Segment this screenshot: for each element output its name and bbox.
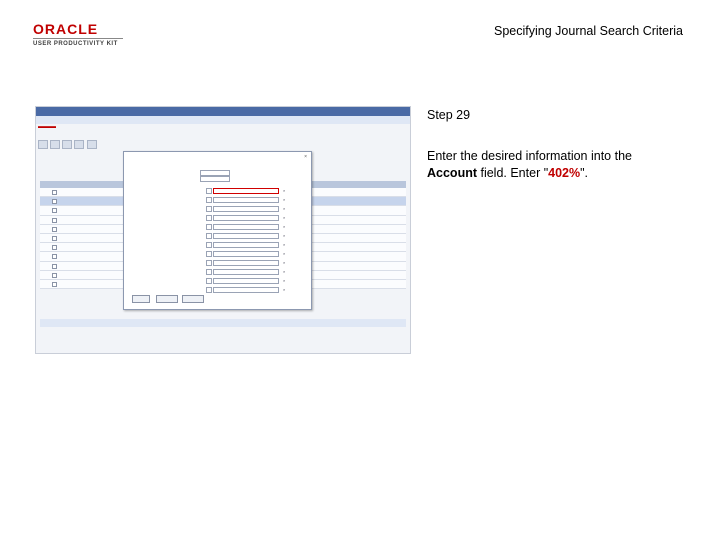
selection-criteria-dialog: × ⌕ ⌕ ⌕ ⌕ ⌕ ⌕ ⌕ ⌕ ⌕ ⌕ ⌕ ⌕ [123,151,312,310]
operator-field[interactable] [206,251,212,257]
criteria-value-field[interactable] [213,278,279,284]
lookup-icon[interactable]: ⌕ [283,278,285,283]
criteria-row-account: ⌕ [127,187,308,195]
app-tabs [38,140,98,149]
criteria-row: ⌕ [127,205,308,213]
criteria-value-field[interactable] [213,251,279,257]
instruction-suffix: ". [580,166,589,180]
app-tab [62,140,73,149]
app-subnav [36,116,410,124]
row-checkbox-icon [52,263,57,269]
instruction-prefix: Enter the desired information into the [427,149,632,163]
row-checkbox-icon [52,190,57,195]
app-navbar [36,107,410,116]
instruction-value: 402% [548,166,581,180]
criteria-value-field[interactable] [213,242,279,248]
instruction-text: Enter the desired information into the A… [427,148,677,182]
row-checkbox-icon [52,272,57,278]
application-screenshot: ▬▬▬ × ⌕ ⌕ ⌕ ⌕ ⌕ ⌕ ⌕ ⌕ ⌕ ⌕ ⌕ ⌕ [35,106,411,354]
logo-subtitle: USER PRODUCTIVITY KIT [33,38,123,47]
operator-field[interactable] [206,269,212,275]
dialog-close-icon[interactable]: × [304,154,307,160]
operator-field[interactable] [206,197,212,203]
criteria-row: ⌕ [127,241,308,249]
lookup-icon[interactable]: ⌕ [283,224,285,229]
lookup-icon[interactable]: ⌕ [283,260,285,265]
criteria-row: ⌕ [127,196,308,204]
operator-field[interactable] [206,206,212,212]
criteria-row: ⌕ [127,214,308,222]
operator-field[interactable] [206,242,212,248]
row-checkbox-icon [52,235,57,241]
operator-field[interactable] [206,215,212,221]
row-checkbox-icon [52,281,57,287]
oracle-upk-logo: ORACLE USER PRODUCTIVITY KIT [33,22,123,47]
app-tab [86,140,97,149]
criteria-value-field[interactable] [213,269,279,275]
criteria-value-field[interactable] [213,233,279,239]
instruction-field-name: Account [427,166,477,180]
criteria-row: ⌕ [127,250,308,258]
exclude-field[interactable] [200,176,230,182]
row-checkbox-icon [52,208,57,214]
lookup-icon[interactable]: ⌕ [283,188,285,193]
lookup-icon[interactable]: ⌕ [283,233,285,238]
lookup-icon[interactable]: ⌕ [283,197,285,202]
criteria-value-field[interactable] [213,206,279,212]
criteria-row: ⌕ [127,286,308,294]
app-logo-icon: ▬▬▬ [38,124,56,130]
row-checkbox-icon [52,226,57,232]
criteria-value-field[interactable] [213,197,279,203]
logo-oracle-text: ORACLE [33,21,99,37]
account-value-field[interactable] [213,188,279,194]
app-tab [38,140,48,149]
lookup-icon[interactable]: ⌕ [283,242,285,247]
app-tab [74,140,85,149]
criteria-row: ⌕ [127,223,308,231]
lookup-icon[interactable]: ⌕ [283,287,285,292]
cancel-button[interactable] [156,295,178,303]
refresh-button[interactable] [182,295,204,303]
row-checkbox-icon [52,254,57,260]
criteria-row: ⌕ [127,268,308,276]
criteria-row: ⌕ [127,232,308,240]
criteria-value-field[interactable] [213,260,279,266]
app-bottom-bar [40,319,406,327]
page-title: Specifying Journal Search Criteria [494,24,683,38]
operator-field[interactable] [206,260,212,266]
operator-field[interactable] [206,233,212,239]
criteria-row: ⌕ [127,277,308,285]
operator-field[interactable] [206,287,212,293]
lookup-icon[interactable]: ⌕ [283,215,285,220]
step-number: Step 29 [427,108,471,122]
row-checkbox-icon [52,245,57,251]
criteria-value-field[interactable] [213,215,279,221]
operator-field[interactable] [206,188,212,194]
criteria-row: ⌕ [127,259,308,267]
lookup-icon[interactable]: ⌕ [283,269,285,274]
lookup-icon[interactable]: ⌕ [283,206,285,211]
operator-field[interactable] [206,224,212,230]
criteria-value-field[interactable] [213,287,279,293]
operator-field[interactable] [206,278,212,284]
row-checkbox-icon [52,199,57,205]
row-checkbox-icon [52,217,57,223]
ok-button[interactable] [132,295,150,303]
lookup-icon[interactable]: ⌕ [283,251,285,256]
criteria-value-field[interactable] [213,224,279,230]
instruction-middle: field. Enter " [477,166,549,180]
app-tab [50,140,61,149]
